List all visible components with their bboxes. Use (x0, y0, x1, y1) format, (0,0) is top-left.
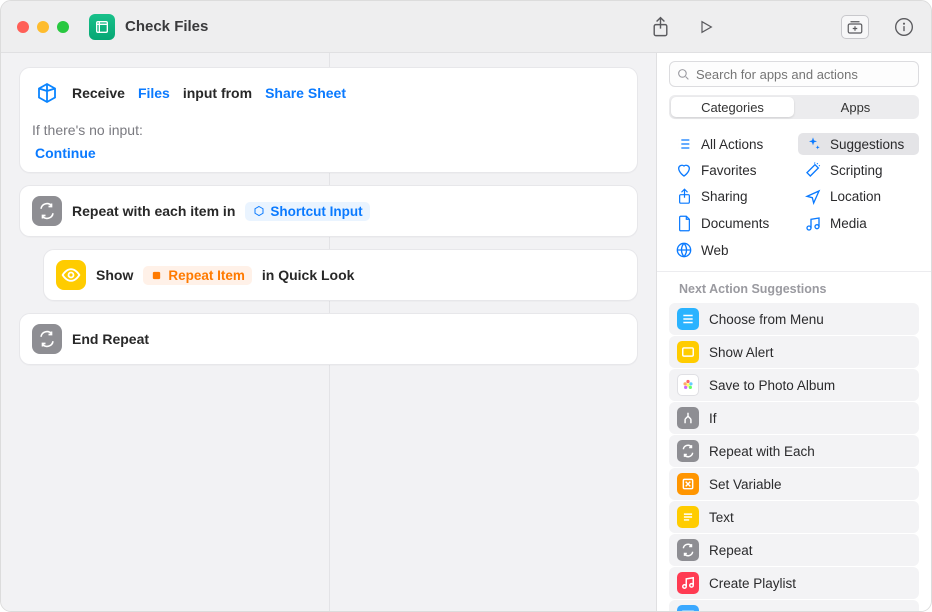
music-icon (804, 216, 822, 232)
category-item-favorites[interactable]: Favorites (669, 159, 790, 181)
receive-label: Receive (72, 85, 125, 101)
zoom-window-button[interactable] (57, 21, 69, 33)
input-source-token[interactable]: Share Sheet (262, 84, 349, 102)
category-item-documents[interactable]: Documents (669, 212, 790, 235)
end-repeat-label: End Repeat (72, 331, 149, 347)
close-window-button[interactable] (17, 21, 29, 33)
category-item-sharing[interactable]: Sharing (669, 185, 790, 208)
show-label: Show (96, 267, 133, 283)
share-button[interactable] (649, 16, 671, 38)
suggestion-create-playlist[interactable]: Create Playlist (669, 567, 919, 599)
window-title: Check Files (125, 18, 649, 35)
titlebar: Check Files (1, 1, 931, 53)
info-button[interactable] (893, 16, 915, 38)
repeat-icon (32, 196, 62, 226)
category-item-media[interactable]: Media (798, 212, 919, 235)
wand-icon (804, 162, 822, 178)
action-icon (677, 473, 699, 495)
input-from-label: input from (183, 85, 252, 101)
receive-icon (32, 78, 62, 108)
action-icon (677, 506, 699, 528)
repeat-label: Repeat with each item in (72, 203, 235, 219)
sidebar-segment: Categories Apps (669, 95, 919, 119)
sparkle-icon (804, 136, 822, 152)
suggestion-text[interactable]: Text (669, 501, 919, 533)
receive-input-action[interactable]: Receive Files input from Share Sheet If … (19, 67, 638, 173)
action-icon (677, 605, 699, 611)
suggestion-repeat[interactable]: Repeat (669, 534, 919, 566)
shortcut-app-icon (89, 14, 115, 40)
tab-apps[interactable]: Apps (794, 97, 917, 117)
repeat-icon (32, 324, 62, 354)
suggestions-header: Next Action Suggestions (657, 272, 931, 302)
variable-icon (150, 269, 163, 282)
suggestion-choose-from-menu[interactable]: Choose from Menu (669, 303, 919, 335)
category-item-location[interactable]: Location (798, 185, 919, 208)
search-field[interactable] (669, 61, 919, 87)
action-icon (677, 440, 699, 462)
window-controls (17, 21, 69, 33)
globe-icon (675, 242, 693, 258)
categories-grid: All Actions Suggestions Favorites Scripting… (657, 127, 931, 272)
suggestion-repeat-with-each[interactable]: Repeat with Each (669, 435, 919, 467)
category-item-scripting[interactable]: Scripting (798, 159, 919, 181)
search-input[interactable] (696, 67, 911, 82)
input-type-token[interactable]: Files (135, 84, 173, 102)
location-icon (804, 189, 822, 205)
suggestion-save-to-photo-album[interactable]: Save to Photo Album (669, 369, 919, 401)
suggestion-set-variable[interactable]: Set Variable (669, 468, 919, 500)
category-item-web[interactable]: Web (669, 239, 790, 261)
action-icon (677, 539, 699, 561)
category-item-all-actions[interactable]: All Actions (669, 133, 790, 155)
action-icon (677, 308, 699, 330)
tab-categories[interactable]: Categories (671, 97, 794, 117)
suggestions-list: Choose from MenuShow AlertSave to Photo … (657, 302, 931, 611)
end-repeat-action[interactable]: End Repeat (19, 313, 638, 365)
variable-icon (252, 205, 265, 218)
action-icon (677, 572, 699, 594)
category-item-suggestions[interactable]: Suggestions (798, 133, 919, 155)
action-icon (677, 407, 699, 429)
toolbar (649, 15, 915, 39)
quick-look-icon (56, 260, 86, 290)
suggestion-if[interactable]: If (669, 402, 919, 434)
quick-look-action[interactable]: Show Repeat Item in Quick Look (43, 249, 638, 301)
no-input-action-token[interactable]: Continue (32, 144, 99, 162)
repeat-item-variable[interactable]: Repeat Item (143, 266, 252, 285)
shortcut-input-variable[interactable]: Shortcut Input (245, 202, 369, 221)
heart-icon (675, 162, 693, 178)
suggestion-make-archive[interactable]: Make Archive (669, 600, 919, 611)
share-icon (675, 188, 693, 205)
list-icon (675, 136, 693, 152)
actions-sidebar: Categories Apps All Actions Suggestions Fa… (656, 53, 931, 611)
quick-look-suffix: in Quick Look (262, 267, 355, 283)
library-button[interactable] (841, 15, 869, 39)
action-icon (677, 374, 699, 396)
minimize-window-button[interactable] (37, 21, 49, 33)
action-icon (677, 341, 699, 363)
repeat-with-each-action[interactable]: Repeat with each item in Shortcut Input (19, 185, 638, 237)
app-window: Check Files (0, 0, 932, 612)
search-icon (677, 68, 690, 81)
doc-icon (675, 215, 693, 232)
suggestion-show-alert[interactable]: Show Alert (669, 336, 919, 368)
run-button[interactable] (695, 16, 717, 38)
workflow-editor[interactable]: Receive Files input from Share Sheet If … (1, 53, 656, 611)
no-input-label: If there's no input: (20, 118, 637, 138)
